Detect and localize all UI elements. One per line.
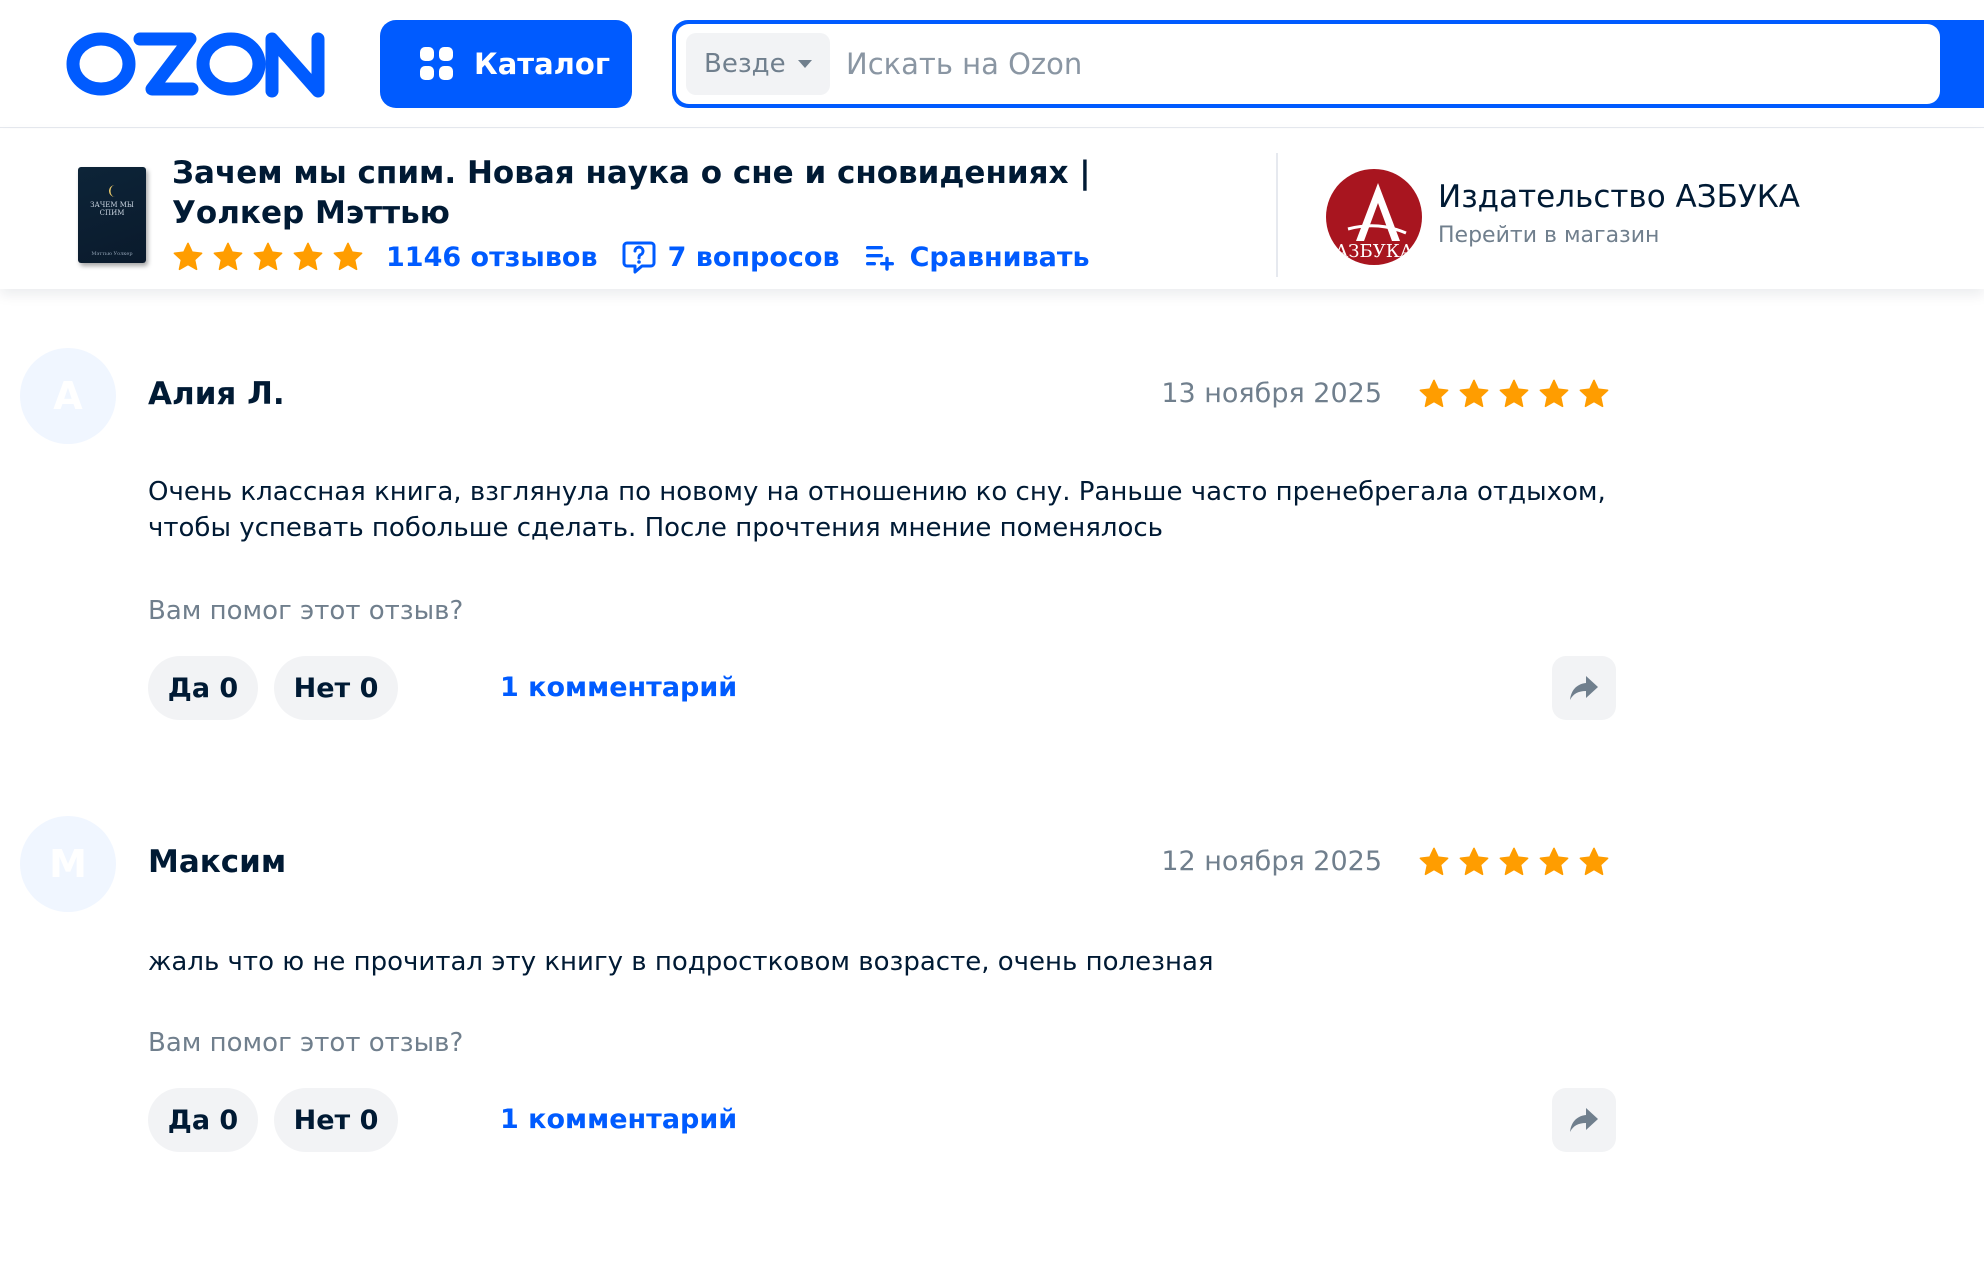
question-bubble-icon <box>622 241 656 274</box>
star-icon <box>333 242 363 271</box>
vote-yes-button[interactable]: Да 0 <box>148 656 258 720</box>
star-icon <box>213 242 243 271</box>
azbuka-logo-icon: АЗБУКА <box>1335 183 1414 262</box>
search-input[interactable] <box>846 34 1940 94</box>
vote-no-button[interactable]: Нет 0 <box>274 1088 398 1152</box>
chevron-down-icon <box>797 60 812 68</box>
seller-logo[interactable]: АЗБУКА <box>1326 169 1422 265</box>
star-icon <box>1539 847 1569 876</box>
share-button[interactable] <box>1552 1088 1616 1152</box>
go-to-store-link[interactable]: Перейти в магазин <box>1438 223 1659 248</box>
star-icon <box>1539 379 1569 408</box>
review-author[interactable]: Алия Л. <box>148 376 285 412</box>
compare-button[interactable]: Сравнивать <box>864 240 1090 274</box>
cover-author: Мэттью Уолкер <box>91 251 133 257</box>
review-text: жаль что ю не прочитал эту книгу в подро… <box>148 947 1214 977</box>
cover-title: ЗАЧЕМ МЫ СПИМ <box>90 201 134 217</box>
helpful-question: Вам помог этот отзыв? <box>148 596 464 626</box>
star-icon <box>1579 379 1609 408</box>
star-icon <box>1419 379 1449 408</box>
review-date: 12 ноября 2025 <box>1161 846 1382 877</box>
review-text: Очень классная книга, взглянула по новом… <box>148 477 1606 543</box>
ozon-logo[interactable] <box>66 28 330 100</box>
catalog-button[interactable]: Каталог <box>380 20 632 108</box>
top-header: Каталог Везде <box>0 0 1984 128</box>
seller-logo-text: АЗБУКА <box>1335 241 1414 262</box>
grid-icon <box>420 47 453 80</box>
search-bar: Везде <box>672 20 1984 108</box>
product-summary-bar: ЗАЧЕМ МЫ СПИМ Мэттью Уолкер Зачем мы спи… <box>0 129 1984 289</box>
star-icon <box>1419 847 1449 876</box>
share-button[interactable] <box>1552 656 1616 720</box>
compare-list-icon <box>865 246 894 271</box>
avatar[interactable]: М <box>20 816 116 912</box>
review-date: 13 ноября 2025 <box>1161 378 1382 409</box>
divider <box>1276 153 1278 277</box>
questions-label: 7 вопросов <box>667 241 840 273</box>
compare-label: Сравнивать <box>909 241 1090 273</box>
questions-link[interactable]: 7 вопросов <box>622 240 840 274</box>
book-cover-image[interactable]: ЗАЧЕМ МЫ СПИМ Мэттью Уолкер <box>78 167 146 263</box>
comments-link[interactable]: 1 комментарий <box>500 1104 737 1135</box>
star-icon <box>173 242 203 271</box>
vote-yes-button[interactable]: Да 0 <box>148 1088 258 1152</box>
star-icon <box>1499 847 1529 876</box>
catalog-label: Каталог <box>474 47 610 81</box>
review-author[interactable]: Максим <box>148 844 286 880</box>
star-icon <box>1499 379 1529 408</box>
search-scope-select[interactable]: Везде <box>686 33 830 95</box>
avatar[interactable]: А <box>20 348 116 444</box>
review-rating-stars <box>1418 846 1618 878</box>
reviews-count-link[interactable]: 1146 отзывов <box>386 242 598 273</box>
product-rating-stars <box>172 241 372 273</box>
moon-icon <box>109 185 115 197</box>
share-arrow-icon <box>1570 1108 1598 1132</box>
star-icon <box>253 242 283 271</box>
star-icon <box>293 242 323 271</box>
star-icon <box>1459 379 1489 408</box>
review-rating-stars <box>1418 378 1618 410</box>
comments-link[interactable]: 1 комментарий <box>500 672 737 703</box>
product-title[interactable]: Зачем мы спим. Новая наука о сне и снови… <box>172 153 1152 233</box>
helpful-question: Вам помог этот отзыв? <box>148 1028 464 1058</box>
share-arrow-icon <box>1570 676 1598 700</box>
star-icon <box>1459 847 1489 876</box>
star-icon <box>1579 847 1609 876</box>
search-scope-value: Везде <box>704 49 786 79</box>
seller-name[interactable]: Издательство АЗБУКА <box>1438 179 1800 215</box>
product-meta-row: 1146 отзывов 7 вопросов Сравнивать <box>172 237 1090 277</box>
vote-no-button[interactable]: Нет 0 <box>274 656 398 720</box>
